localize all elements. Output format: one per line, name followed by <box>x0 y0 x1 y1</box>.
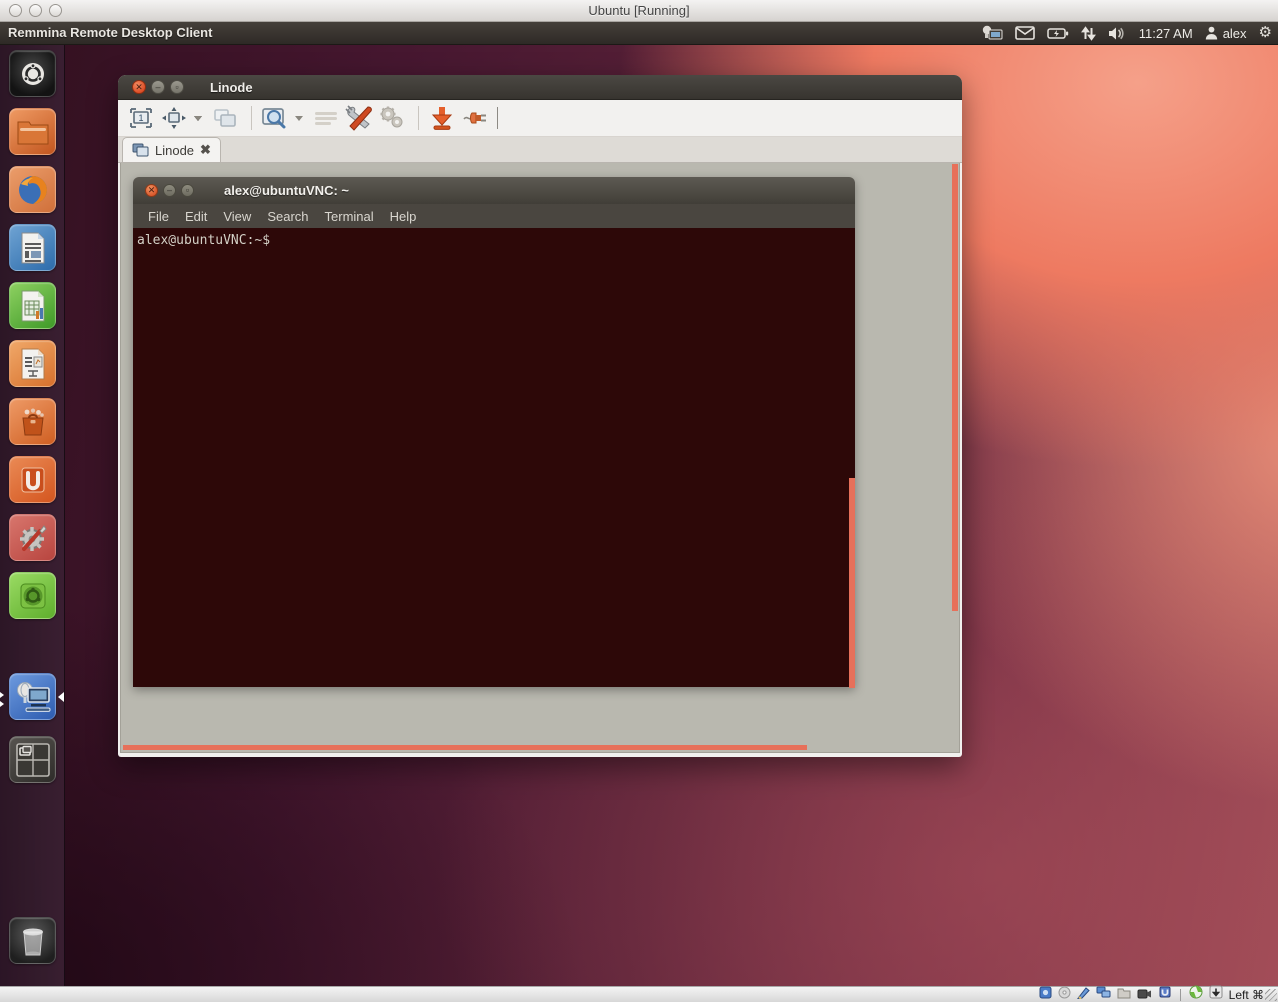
mail-icon[interactable] <box>1015 22 1035 44</box>
remmina-tabbar: Linode ✖ <box>118 137 962 163</box>
redraw-artifact-stripe <box>123 745 807 750</box>
launcher-item-workspace-switcher[interactable] <box>9 736 56 783</box>
video-capture-icon[interactable] <box>1137 986 1152 1002</box>
scaled-mode-caret[interactable] <box>293 116 305 121</box>
terminal-screen[interactable]: alex@ubuntuVNC:~$ <box>133 228 855 687</box>
host-keyboard-state-icon[interactable] <box>1209 985 1223 1002</box>
redraw-artifact-stripe <box>849 478 855 688</box>
statusbar-separator <box>1180 989 1181 1001</box>
menu-edit[interactable]: Edit <box>177 207 215 226</box>
mouse-integration-icon[interactable] <box>1189 985 1203 1002</box>
virtualization-chip-icon[interactable] <box>1158 985 1172 1002</box>
host-window-titlebar[interactable]: Ubuntu [Running] <box>0 0 1278 22</box>
launcher-item-libreoffice-impress[interactable] <box>9 340 56 387</box>
launcher-item-home-folder[interactable] <box>9 108 56 155</box>
ubuntu-top-panel: Remmina Remote Desktop Client 11:27 AM a… <box>0 22 1278 45</box>
host-window-title: Ubuntu [Running] <box>0 3 1278 18</box>
launcher-item-firefox[interactable] <box>9 166 56 213</box>
fit-window-icon[interactable] <box>159 103 189 133</box>
remmina-maximize-button[interactable]: ▫ <box>170 80 184 94</box>
unity-launcher <box>0 45 65 986</box>
terminal-minimize-button[interactable]: – <box>163 184 176 197</box>
network-adapters-icon[interactable] <box>1096 986 1111 1002</box>
launcher-item-trash[interactable] <box>9 917 56 964</box>
vnc-viewport[interactable]: ✕ – ▫ alex@ubuntuVNC: ~ File Edit View S… <box>120 163 960 753</box>
scaled-mode-icon[interactable] <box>260 103 290 133</box>
battery-icon[interactable] <box>1047 22 1069 44</box>
volume-icon[interactable] <box>1108 22 1127 44</box>
virtualbox-statusbar: Left ⌘ <box>0 986 1278 1002</box>
terminal-menubar: File Edit View Search Terminal Help <box>133 204 855 228</box>
running-indicator-arrow <box>0 701 4 707</box>
keyboard-grab-icon[interactable] <box>311 103 341 133</box>
tab-linode[interactable]: Linode ✖ <box>122 137 221 162</box>
shared-folders-icon[interactable] <box>1117 986 1131 1002</box>
remmina-titlebar[interactable]: ✕ – ▫ Linode <box>118 75 962 100</box>
connection-settings-gears-icon[interactable] <box>377 103 407 133</box>
user-menu[interactable]: alex <box>1205 22 1247 44</box>
clock[interactable]: 11:27 AM <box>1139 22 1193 44</box>
launcher-item-libreoffice-calc[interactable] <box>9 282 56 329</box>
running-indicator-arrow <box>0 692 4 698</box>
tab-connection-icon <box>132 143 149 157</box>
tab-close-icon[interactable]: ✖ <box>200 142 211 158</box>
resize-grip[interactable] <box>1265 989 1277 1001</box>
sync-arrows-icon[interactable] <box>1081 22 1096 44</box>
redraw-artifact-stripe <box>952 164 958 611</box>
remmina-window-title: Linode <box>210 80 253 95</box>
optical-disc-icon[interactable] <box>1058 986 1071 1002</box>
launcher-item-libreoffice-writer[interactable] <box>9 224 56 271</box>
toolbar-separator <box>251 106 252 130</box>
duplicate-connection-icon[interactable] <box>210 103 240 133</box>
launcher-item-ubuntu-one[interactable] <box>9 456 56 503</box>
launcher-item-system-settings[interactable] <box>9 514 56 561</box>
remote-desktop-icon[interactable] <box>981 22 1003 44</box>
remmina-window: ✕ – ▫ Linode 1 <box>118 75 962 757</box>
terminal-title: alex@ubuntuVNC: ~ <box>224 183 349 198</box>
menu-search[interactable]: Search <box>259 207 316 226</box>
terminal-close-button[interactable]: ✕ <box>145 184 158 197</box>
remmina-close-button[interactable]: ✕ <box>132 80 146 94</box>
launcher-item-dash-home[interactable] <box>9 50 56 97</box>
disconnect-plug-icon[interactable] <box>460 103 490 133</box>
launcher-item-ubuntu-software-updater[interactable] <box>9 572 56 619</box>
fit-window-caret[interactable] <box>192 116 204 121</box>
remote-terminal-window: ✕ – ▫ alex@ubuntuVNC: ~ File Edit View S… <box>133 177 855 687</box>
tablet-pen-icon[interactable] <box>1077 986 1090 1002</box>
launcher-item-ubuntu-software-center[interactable] <box>9 398 56 445</box>
preferences-tools-icon[interactable] <box>344 103 374 133</box>
screenshot-icon[interactable] <box>427 103 457 133</box>
active-app-title: Remmina Remote Desktop Client <box>8 25 212 40</box>
svg-text:1: 1 <box>138 113 143 123</box>
menu-help[interactable]: Help <box>382 207 425 226</box>
terminal-prompt: alex@ubuntuVNC:~$ <box>137 233 270 248</box>
indicator-tray: 11:27 AM alex ⚙ <box>981 22 1272 44</box>
user-icon <box>1205 26 1218 40</box>
host-key-label: Left ⌘ <box>1229 988 1264 1002</box>
fullscreen-icon[interactable]: 1 <box>126 103 156 133</box>
remmina-minimize-button[interactable]: – <box>151 80 165 94</box>
tab-label: Linode <box>155 143 194 158</box>
menu-file[interactable]: File <box>140 207 177 226</box>
virtualbox-vm-window: Ubuntu [Running] Remmina Remote Desktop … <box>0 0 1278 1002</box>
remmina-toolbar: 1 <box>118 100 962 137</box>
launcher-item-remmina[interactable] <box>9 673 56 720</box>
harddisk-icon[interactable] <box>1039 986 1052 1002</box>
username-label: alex <box>1223 26 1247 41</box>
terminal-titlebar[interactable]: ✕ – ▫ alex@ubuntuVNC: ~ <box>133 177 855 204</box>
session-gear-icon[interactable]: ⚙ <box>1259 22 1272 44</box>
menu-terminal[interactable]: Terminal <box>317 207 382 226</box>
toolbar-separator <box>418 106 419 130</box>
menu-view[interactable]: View <box>215 207 259 226</box>
focused-indicator-arrow <box>58 692 64 702</box>
terminal-maximize-button[interactable]: ▫ <box>181 184 194 197</box>
toolbar-end-separator <box>497 107 498 129</box>
